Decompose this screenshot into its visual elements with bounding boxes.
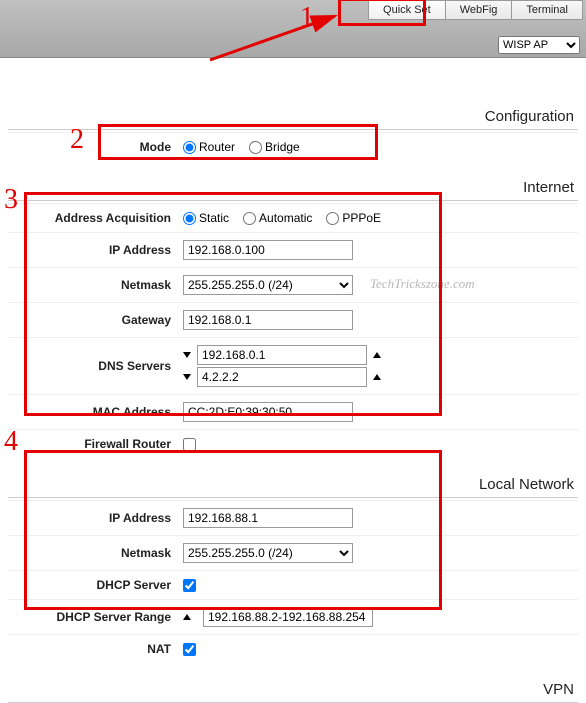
tab-webfig[interactable]: WebFig (445, 0, 513, 20)
label-local-ip: IP Address (8, 511, 183, 525)
row-dns: DNS Servers (8, 337, 578, 394)
dhcp-server-checkbox[interactable] (183, 579, 196, 592)
acq-pppoe-radio[interactable] (326, 212, 339, 225)
nat-checkbox[interactable] (183, 643, 196, 656)
label-mac: MAC Address (8, 405, 183, 419)
local-ip-input[interactable] (183, 508, 353, 528)
row-dhcp-range: DHCP Server Range (8, 599, 578, 634)
top-toolbar: Quick Set WebFig Terminal WISP AP (0, 0, 586, 58)
firewall-checkbox[interactable] (183, 438, 196, 451)
row-firewall: Firewall Router (8, 429, 578, 458)
row-gateway: Gateway (8, 302, 578, 337)
mac-input[interactable] (183, 402, 353, 422)
tab-row: Quick Set WebFig Terminal (369, 0, 583, 20)
wisp-select[interactable]: WISP AP (498, 36, 580, 54)
row-mac: MAC Address (8, 394, 578, 429)
label-dhcp-server: DHCP Server (8, 578, 183, 592)
internet-netmask-select[interactable]: 255.255.255.0 (/24) (183, 275, 353, 295)
acq-pppoe-option[interactable]: PPPoE (326, 211, 381, 225)
tab-quickset[interactable]: Quick Set (368, 0, 446, 20)
acq-automatic-radio[interactable] (243, 212, 256, 225)
row-mode: Mode Router Bridge (8, 132, 578, 161)
section-vpn: VPN (8, 663, 578, 703)
label-mode: Mode (8, 140, 183, 154)
mode-bridge-option[interactable]: Bridge (249, 140, 300, 154)
gateway-input[interactable] (183, 310, 353, 330)
label-firewall: Firewall Router (8, 437, 183, 451)
row-dhcp-server: DHCP Server (8, 570, 578, 599)
label-dns: DNS Servers (8, 359, 183, 373)
section-configuration: Configuration (8, 58, 578, 130)
dns1-add-icon[interactable] (373, 352, 381, 358)
mode-router-option[interactable]: Router (183, 140, 235, 154)
acq-static-label: Static (199, 211, 229, 225)
row-local-netmask: Netmask 255.255.255.0 (/24) (8, 535, 578, 570)
dns2-remove-icon[interactable] (183, 374, 191, 380)
dns2-add-icon[interactable] (373, 374, 381, 380)
label-nat: NAT (8, 642, 183, 656)
mode-radio-group: Router Bridge (183, 140, 300, 154)
section-internet: Internet (8, 161, 578, 201)
local-netmask-select[interactable]: 255.255.255.0 (/24) (183, 543, 353, 563)
dhcp-range-add-icon[interactable] (183, 614, 191, 620)
internet-ip-input[interactable] (183, 240, 353, 260)
label-dhcp-range: DHCP Server Range (8, 610, 183, 624)
acq-automatic-label: Automatic (259, 211, 312, 225)
label-netmask: Netmask (8, 278, 183, 292)
mode-dropdown-wrap: WISP AP (498, 36, 580, 54)
label-ip: IP Address (8, 243, 183, 257)
label-gateway: Gateway (8, 313, 183, 327)
acq-radio-group: Static Automatic PPPoE (183, 211, 381, 225)
mode-bridge-label: Bridge (265, 140, 300, 154)
row-addr-acq: Address Acquisition Static Automatic PPP… (8, 203, 578, 232)
mode-router-radio[interactable] (183, 141, 196, 154)
label-addr-acq: Address Acquisition (8, 211, 183, 225)
row-internet-netmask: Netmask 255.255.255.0 (/24) (8, 267, 578, 302)
content: Configuration Mode Router Bridge Interne… (0, 58, 586, 703)
dns2-input[interactable] (197, 367, 367, 387)
acq-static-option[interactable]: Static (183, 211, 229, 225)
acq-automatic-option[interactable]: Automatic (243, 211, 312, 225)
acq-pppoe-label: PPPoE (342, 211, 381, 225)
section-localnet: Local Network (8, 458, 578, 498)
mode-bridge-radio[interactable] (249, 141, 262, 154)
dns1-input[interactable] (197, 345, 367, 365)
label-local-netmask: Netmask (8, 546, 183, 560)
dhcp-range-input[interactable] (203, 607, 373, 627)
row-internet-ip: IP Address (8, 232, 578, 267)
mode-router-label: Router (199, 140, 235, 154)
row-local-ip: IP Address (8, 500, 578, 535)
acq-static-radio[interactable] (183, 212, 196, 225)
dns1-remove-icon[interactable] (183, 352, 191, 358)
tab-terminal[interactable]: Terminal (511, 0, 583, 20)
row-nat: NAT (8, 634, 578, 663)
